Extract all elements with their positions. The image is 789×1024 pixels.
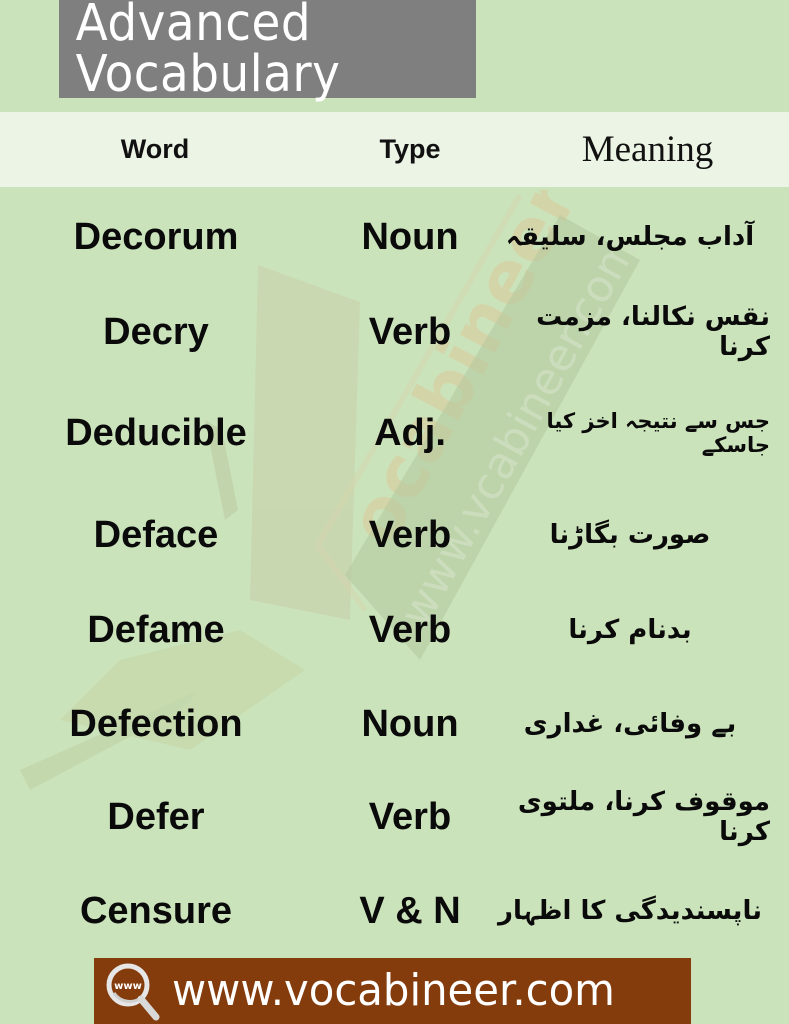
- type-cell: V & N: [359, 889, 461, 932]
- table-row: Decorum Noun آداب مجلس، سلیقہ: [0, 190, 789, 284]
- table-row: Defame Verb بدنام کرنا: [0, 583, 789, 677]
- meaning-cell: صورت بگاڑنا: [549, 520, 711, 550]
- word-cell: Decry: [103, 310, 209, 353]
- footer-url[interactable]: www.vocabineer.com: [172, 969, 615, 1013]
- title-banner: Advanced Vocabulary: [59, 0, 476, 104]
- table-row: Defection Noun بے وفائی، غداری: [0, 677, 789, 771]
- type-cell: Noun: [361, 215, 459, 258]
- table-row: Decry Verb نقس نکالنا، مزمت کرنا: [0, 285, 789, 379]
- type-cell: Verb: [368, 795, 452, 838]
- table-row: Deface Verb صورت بگاڑنا: [0, 488, 789, 582]
- type-cell: Verb: [368, 513, 452, 556]
- type-cell: Verb: [368, 310, 452, 353]
- table-row: Censure V & N ناپسندیدگی کا اظہار: [0, 864, 789, 958]
- type-cell: Verb: [368, 608, 452, 651]
- meaning-cell: موقوف کرنا، ملتوی کرنا: [517, 787, 770, 847]
- word-cell: Deducible: [65, 411, 247, 454]
- page-title: Advanced Vocabulary: [75, 0, 341, 104]
- word-cell: Defection: [69, 702, 243, 745]
- header-meaning: Meaning: [581, 129, 714, 170]
- word-cell: Defer: [107, 795, 205, 838]
- svg-text:www: www: [114, 981, 142, 992]
- table-row: Defer Verb موقوف کرنا، ملتوی کرنا: [0, 770, 789, 864]
- meaning-cell: نقس نکالنا، مزمت کرنا: [536, 302, 770, 362]
- table-row: Deducible Adj. جس سے نتیجہ اخز کیا جاسکے: [0, 386, 789, 480]
- meaning-cell: آداب مجلس، سلیقہ: [505, 222, 755, 252]
- word-cell: Deface: [93, 513, 219, 556]
- word-cell: Censure: [79, 889, 233, 932]
- word-cell: Defame: [87, 608, 225, 651]
- header-word: Word: [120, 134, 190, 164]
- meaning-cell: بدنام کرنا: [568, 615, 692, 645]
- meaning-cell: بے وفائی، غداری: [523, 709, 737, 739]
- type-cell: Adj.: [374, 411, 446, 454]
- table-header: Word Type Meaning: [0, 112, 789, 187]
- meaning-cell: ناپسندیدگی کا اظہار: [498, 896, 762, 926]
- meaning-cell: جس سے نتیجہ اخز کیا جاسکے: [546, 409, 770, 457]
- word-cell: Decorum: [73, 215, 239, 258]
- type-cell: Noun: [361, 702, 459, 745]
- www-magnifier-icon: www: [106, 963, 160, 1021]
- footer-banner: www www.vocabineer.com: [94, 958, 691, 1024]
- header-type: Type: [379, 134, 441, 164]
